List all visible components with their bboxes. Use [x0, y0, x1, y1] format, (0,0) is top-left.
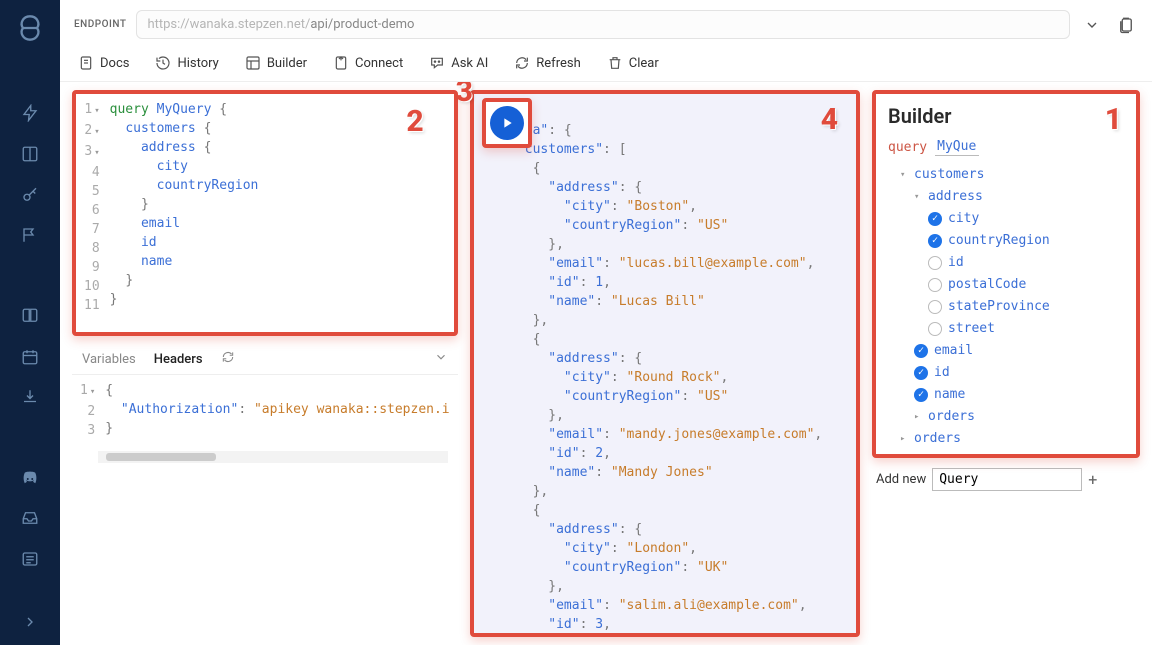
tree-id[interactable]: ✓id [888, 362, 1124, 384]
lightning-icon[interactable] [20, 104, 40, 123]
result-panel: 4 { "data": { "customers": [ { "address"… [470, 90, 860, 637]
endpoint-bar: ENDPOINT https://wanaka.stepzen.net/api/… [60, 0, 1152, 47]
tree-postalCode[interactable]: postalCode [888, 274, 1124, 296]
key-icon[interactable] [20, 185, 40, 204]
annotation-badge-1: 1 [1105, 102, 1122, 137]
tree-address[interactable]: ▾address [888, 186, 1124, 208]
add-new-plus-icon[interactable]: + [1088, 470, 1097, 489]
tree-stateProvince[interactable]: stateProvince [888, 296, 1124, 318]
tree-email[interactable]: ✓email [888, 340, 1124, 362]
refresh-vars-icon[interactable] [221, 350, 235, 368]
flag-icon[interactable] [20, 226, 40, 245]
endpoint-dropdown-icon[interactable] [1080, 13, 1104, 37]
refresh-button[interactable]: Refresh [514, 55, 580, 71]
annotation-badge-3: 3 [456, 82, 498, 109]
add-new-row: Add new + [872, 458, 1140, 501]
annotation-badge-4: 4 [821, 102, 838, 137]
builder-query-row: query [888, 138, 1124, 156]
left-sidebar [0, 0, 60, 645]
result-json[interactable]: { "data": { "customers": [ { "address": … [474, 94, 856, 637]
clipboard-icon[interactable] [1114, 13, 1138, 37]
builder-button[interactable]: Builder [245, 55, 307, 71]
tree-customers[interactable]: ▾customers [888, 164, 1124, 186]
connect-button[interactable]: Connect [333, 55, 403, 71]
builder-query-name-input[interactable] [935, 138, 979, 156]
builder-tree: ▾customers ▾address ✓city ✓countryRegion… [888, 164, 1124, 450]
collapse-vars-icon[interactable] [434, 350, 448, 368]
builder-panel: 1 Builder query ▾customers ▾address ✓cit… [872, 90, 1140, 458]
tree-orders[interactable]: ▸orders [888, 428, 1124, 450]
tree-name[interactable]: ✓name [888, 384, 1124, 406]
query-code[interactable]: query MyQuery { customers { address { ci… [110, 100, 259, 326]
annotation-badge-2: 2 [406, 104, 423, 139]
add-new-input[interactable] [932, 468, 1082, 491]
tree-street[interactable]: street [888, 318, 1124, 340]
expand-icon[interactable] [20, 612, 40, 631]
vars-gutter: 123 [80, 381, 105, 441]
run-button[interactable] [490, 106, 524, 140]
endpoint-label: ENDPOINT [74, 19, 126, 30]
docs-button[interactable]: Docs [78, 55, 129, 71]
headers-code[interactable]: { "Authorization": "apikey wanaka::stepz… [105, 381, 449, 441]
stepzen-logo-icon [16, 14, 44, 42]
toolbar: Docs History Builder Connect Ask AI Refr… [60, 47, 1152, 82]
query-editor-panel[interactable]: 2 123 4567891011 query MyQuery { custome… [72, 90, 458, 336]
tab-headers[interactable]: Headers [154, 352, 203, 367]
add-new-label: Add new [876, 472, 926, 487]
list-icon[interactable] [20, 550, 40, 569]
layout-icon[interactable] [20, 145, 40, 164]
tree-city[interactable]: ✓city [888, 208, 1124, 230]
run-button-box: 3 [482, 98, 532, 148]
horizontal-scrollbar[interactable] [98, 451, 448, 463]
discord-icon[interactable] [20, 468, 40, 487]
endpoint-input[interactable]: https://wanaka.stepzen.net/api/product-d… [136, 10, 1070, 39]
tree-countryRegion[interactable]: ✓countryRegion [888, 230, 1124, 252]
ask-ai-button[interactable]: Ask AI [429, 55, 488, 71]
clear-button[interactable]: Clear [607, 55, 659, 71]
variables-panel: Variables Headers 123 { "Authorization":… [72, 344, 458, 637]
tree-address-id[interactable]: id [888, 252, 1124, 274]
tab-variables[interactable]: Variables [82, 352, 136, 367]
history-button[interactable]: History [155, 55, 218, 71]
inbox-icon[interactable] [20, 509, 40, 528]
builder-title: Builder [888, 104, 1124, 128]
tree-orders-sub[interactable]: ▸orders [888, 406, 1124, 428]
calendar-icon[interactable] [20, 347, 40, 366]
book-icon[interactable] [20, 307, 40, 326]
download-icon[interactable] [20, 388, 40, 407]
line-gutter: 123 4567891011 [84, 100, 110, 326]
